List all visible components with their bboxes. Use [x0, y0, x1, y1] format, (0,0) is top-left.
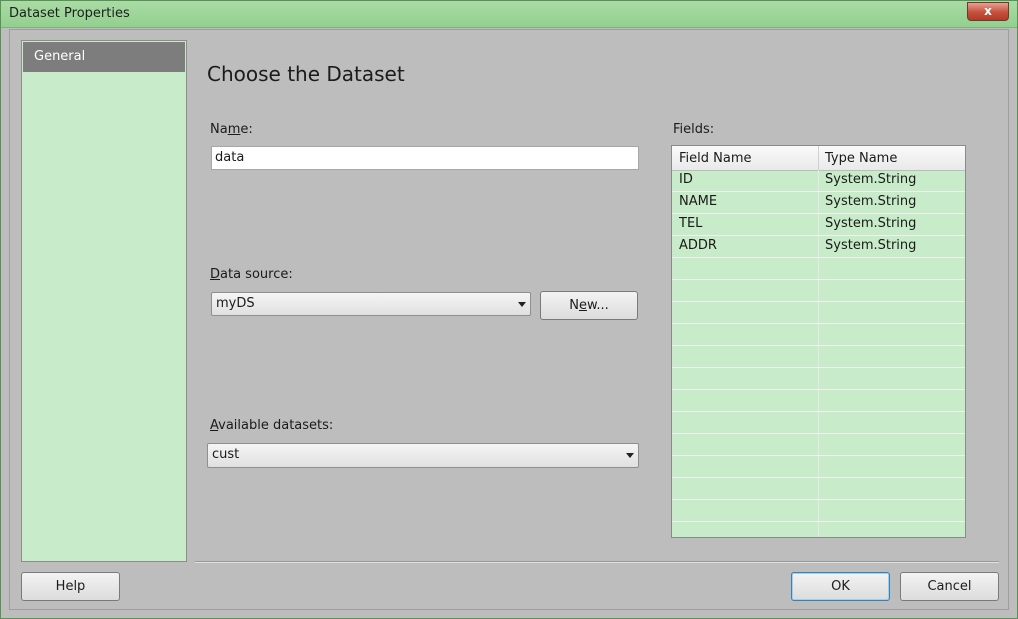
type-name-cell: System.String — [825, 238, 917, 253]
table-row[interactable] — [672, 324, 965, 346]
table-row[interactable] — [672, 522, 965, 537]
datasets-select-value: cust — [212, 447, 240, 462]
grid-body: ID System.String NAME System.String TEL Syste… — [672, 170, 965, 537]
column-separator — [818, 346, 819, 367]
column-separator — [818, 412, 819, 433]
column-separator — [818, 258, 819, 279]
table-row[interactable]: TEL System.String — [672, 214, 965, 236]
title-bar: Dataset Properties x — [1, 1, 1017, 28]
fields-label: Fields: — [673, 122, 715, 137]
type-name-cell: System.String — [825, 194, 917, 209]
ok-button[interactable]: OK — [791, 572, 890, 601]
type-name-cell: System.String — [825, 216, 917, 231]
table-row[interactable] — [672, 280, 965, 302]
type-name-cell: System.String — [825, 172, 917, 187]
field-name-cell: NAME — [679, 194, 718, 209]
column-separator — [818, 434, 819, 455]
sidebar-item-general[interactable]: General — [23, 42, 185, 72]
column-separator — [818, 146, 819, 170]
field-name-cell: ID — [679, 172, 693, 187]
close-button[interactable]: x — [967, 2, 1009, 21]
column-separator — [818, 170, 819, 191]
help-button[interactable]: Help — [21, 572, 120, 601]
column-separator — [818, 214, 819, 235]
column-separator — [818, 456, 819, 477]
chevron-down-icon — [626, 453, 634, 458]
column-separator — [818, 280, 819, 301]
dataset-properties-dialog: Dataset Properties x General Choose the … — [0, 0, 1018, 619]
fields-grid[interactable]: Field Name Type Name ID System.String NAME… — [671, 145, 966, 538]
column-separator — [818, 302, 819, 323]
name-input[interactable]: data — [211, 146, 639, 170]
column-separator — [818, 478, 819, 499]
field-name-cell: TEL — [679, 216, 703, 231]
column-separator — [818, 500, 819, 521]
dialog-content: General Choose the Dataset Name: data Da… — [9, 29, 1009, 610]
column-separator — [818, 236, 819, 257]
table-row[interactable] — [672, 434, 965, 456]
table-row[interactable] — [672, 412, 965, 434]
table-row[interactable] — [672, 478, 965, 500]
table-row[interactable]: NAME System.String — [672, 192, 965, 214]
datasource-select[interactable]: myDS — [211, 292, 531, 316]
datasource-select-value: myDS — [216, 296, 255, 311]
name-label: Name: — [210, 122, 253, 137]
column-separator — [818, 324, 819, 345]
table-row[interactable] — [672, 346, 965, 368]
name-input-value: data — [215, 150, 245, 165]
close-icon: x — [984, 4, 992, 18]
window-title: Dataset Properties — [9, 6, 130, 21]
page-title: Choose the Dataset — [207, 62, 405, 86]
column-separator — [818, 192, 819, 213]
grid-header: Field Name Type Name — [672, 146, 965, 171]
new-datasource-button[interactable]: New... — [540, 291, 638, 320]
table-row[interactable]: ID System.String — [672, 170, 965, 192]
table-row[interactable] — [672, 302, 965, 324]
divider — [195, 561, 999, 563]
chevron-down-icon — [518, 302, 526, 307]
table-row[interactable] — [672, 456, 965, 478]
column-header-type-name[interactable]: Type Name — [825, 151, 897, 166]
table-row[interactable] — [672, 500, 965, 522]
table-row[interactable] — [672, 368, 965, 390]
column-separator — [818, 522, 819, 537]
column-separator — [818, 390, 819, 411]
cancel-button[interactable]: Cancel — [900, 572, 999, 601]
column-header-field-name[interactable]: Field Name — [679, 151, 752, 166]
table-row[interactable]: ADDR System.String — [672, 236, 965, 258]
column-separator — [818, 368, 819, 389]
datasets-label: Available datasets: — [210, 418, 334, 433]
sidebar-nav: General — [21, 40, 187, 562]
field-name-cell: ADDR — [679, 238, 717, 253]
datasource-label: Data source: — [210, 267, 293, 282]
table-row[interactable] — [672, 258, 965, 280]
datasets-select[interactable]: cust — [207, 443, 639, 468]
table-row[interactable] — [672, 390, 965, 412]
sidebar-item-label: General — [34, 49, 86, 64]
